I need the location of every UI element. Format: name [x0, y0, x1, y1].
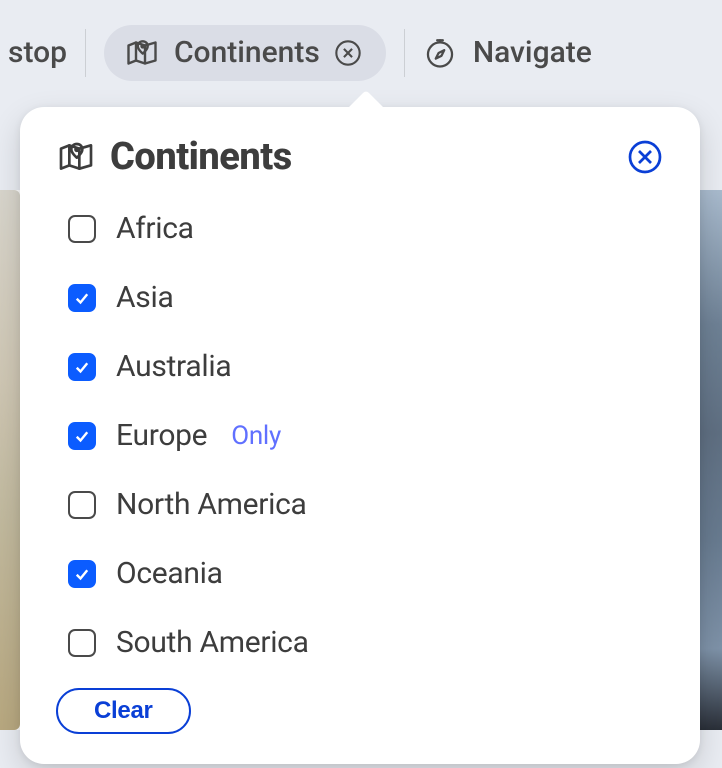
close-button[interactable]: [626, 138, 664, 176]
option-label: Africa: [116, 211, 194, 246]
map-pin-icon: [56, 137, 96, 177]
option-label: South America: [116, 625, 309, 660]
check-icon: [73, 427, 91, 445]
navigate-filter-button[interactable]: Navigate: [423, 35, 592, 70]
divider: [404, 29, 405, 77]
check-icon: [73, 565, 91, 583]
option-row[interactable]: Europe Only: [68, 404, 664, 467]
popover-header: Continents: [56, 135, 664, 179]
navigate-label: Navigate: [473, 35, 592, 70]
option-row[interactable]: North America: [68, 473, 664, 536]
checkbox[interactable]: [68, 560, 96, 588]
checkbox[interactable]: [68, 284, 96, 312]
checkbox[interactable]: [68, 215, 96, 243]
option-label: Oceania: [116, 556, 223, 591]
option-label: Asia: [116, 280, 173, 315]
topbar: stop Continents Navigate: [0, 0, 722, 105]
checkbox[interactable]: [68, 491, 96, 519]
option-row[interactable]: Africa: [68, 197, 664, 260]
option-label: North America: [116, 487, 307, 522]
background-tile-left: [0, 190, 20, 730]
map-pin-icon: [124, 35, 160, 71]
compass-icon: [423, 36, 457, 70]
option-row[interactable]: Australia: [68, 335, 664, 398]
checkbox[interactable]: [68, 353, 96, 381]
check-icon: [73, 358, 91, 376]
option-row[interactable]: Asia: [68, 266, 664, 329]
popover-title: Continents: [110, 135, 292, 179]
checkbox[interactable]: [68, 422, 96, 450]
options-list: Africa Asia Australia Europe Only North Ameri…: [56, 197, 664, 674]
divider: [85, 29, 86, 77]
continents-filter-pill[interactable]: Continents: [104, 25, 386, 81]
close-icon: [627, 139, 663, 175]
check-icon: [73, 289, 91, 307]
clear-button[interactable]: Clear: [56, 688, 191, 734]
checkbox[interactable]: [68, 629, 96, 657]
only-button[interactable]: Only: [231, 421, 281, 451]
option-row[interactable]: South America: [68, 611, 664, 674]
option-row[interactable]: Oceania: [68, 542, 664, 605]
continents-pill-label: Continents: [174, 35, 320, 70]
continents-popover: Continents Africa Asia Australia Europe Only…: [20, 107, 700, 764]
option-label: Australia: [116, 349, 231, 384]
clear-pill-icon[interactable]: [334, 39, 362, 67]
prev-filter-fragment: stop: [8, 35, 67, 70]
option-label: Europe: [116, 418, 207, 453]
